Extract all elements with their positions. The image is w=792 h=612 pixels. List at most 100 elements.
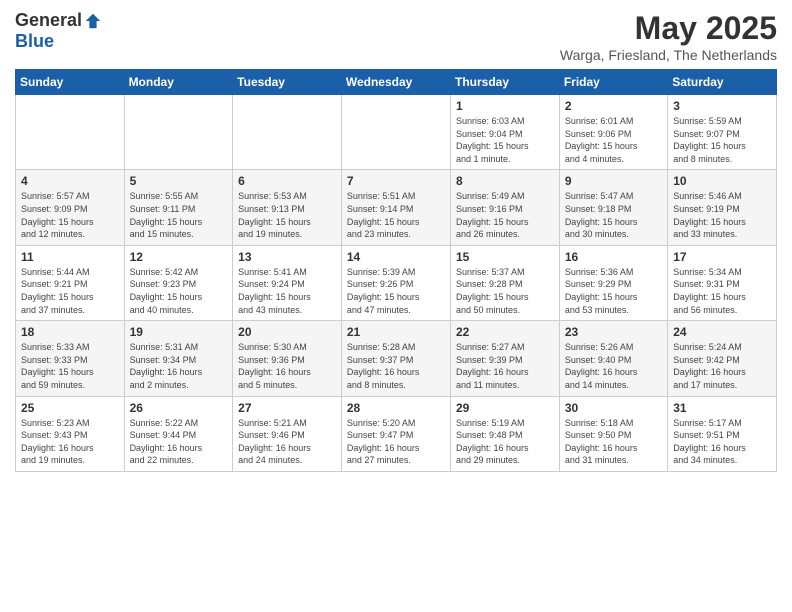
calendar-cell: [233, 95, 342, 170]
header-sunday: Sunday: [16, 70, 125, 95]
header-saturday: Saturday: [668, 70, 777, 95]
day-number: 23: [565, 325, 662, 339]
logo: General Blue: [15, 10, 102, 52]
day-info: Sunrise: 5:59 AM Sunset: 9:07 PM Dayligh…: [673, 115, 771, 165]
calendar-cell: 26 Sunrise: 5:22 AM Sunset: 9:44 PM Dayli…: [124, 396, 233, 471]
logo-icon: [84, 12, 102, 30]
calendar-cell: [341, 95, 450, 170]
header-friday: Friday: [559, 70, 667, 95]
calendar-cell: 8 Sunrise: 5:49 AM Sunset: 9:16 PM Daylig…: [450, 170, 559, 245]
calendar-cell: 30 Sunrise: 5:18 AM Sunset: 9:50 PM Dayli…: [559, 396, 667, 471]
day-info: Sunrise: 5:23 AM Sunset: 9:43 PM Dayligh…: [21, 417, 119, 467]
day-number: 14: [347, 250, 445, 264]
day-number: 20: [238, 325, 336, 339]
day-number: 17: [673, 250, 771, 264]
calendar-cell: 14 Sunrise: 5:39 AM Sunset: 9:26 PM Dayli…: [341, 245, 450, 320]
calendar-table: SundayMondayTuesdayWednesdayThursdayFrid…: [15, 69, 777, 472]
header-thursday: Thursday: [450, 70, 559, 95]
day-info: Sunrise: 6:01 AM Sunset: 9:06 PM Dayligh…: [565, 115, 662, 165]
day-info: Sunrise: 5:53 AM Sunset: 9:13 PM Dayligh…: [238, 190, 336, 240]
calendar-cell: 1 Sunrise: 6:03 AM Sunset: 9:04 PM Daylig…: [450, 95, 559, 170]
day-number: 2: [565, 99, 662, 113]
day-info: Sunrise: 5:42 AM Sunset: 9:23 PM Dayligh…: [130, 266, 228, 316]
day-info: Sunrise: 5:33 AM Sunset: 9:33 PM Dayligh…: [21, 341, 119, 391]
calendar-cell: 29Sunrise: 5:19 AM Sunset: 9:48 PM Dayli…: [450, 396, 559, 471]
week-row-5: 25 Sunrise: 5:23 AM Sunset: 9:43 PM Dayli…: [16, 396, 777, 471]
calendar-cell: 3Sunrise: 5:59 AM Sunset: 9:07 PM Daylig…: [668, 95, 777, 170]
calendar-cell: 22 Sunrise: 5:27 AM Sunset: 9:39 PM Dayli…: [450, 321, 559, 396]
day-info: Sunrise: 5:22 AM Sunset: 9:44 PM Dayligh…: [130, 417, 228, 467]
day-number: 22: [456, 325, 554, 339]
day-number: 31: [673, 401, 771, 415]
calendar-cell: 19Sunrise: 5:31 AM Sunset: 9:34 PM Dayli…: [124, 321, 233, 396]
calendar-cell: 25 Sunrise: 5:23 AM Sunset: 9:43 PM Dayli…: [16, 396, 125, 471]
day-number: 25: [21, 401, 119, 415]
day-number: 9: [565, 174, 662, 188]
day-info: Sunrise: 5:57 AM Sunset: 9:09 PM Dayligh…: [21, 190, 119, 240]
day-number: 16: [565, 250, 662, 264]
day-info: Sunrise: 5:34 AM Sunset: 9:31 PM Dayligh…: [673, 266, 771, 316]
day-info: Sunrise: 5:39 AM Sunset: 9:26 PM Dayligh…: [347, 266, 445, 316]
day-info: Sunrise: 5:46 AM Sunset: 9:19 PM Dayligh…: [673, 190, 771, 240]
title-section: May 2025 Warga, Friesland, The Netherlan…: [560, 10, 777, 63]
day-info: Sunrise: 5:55 AM Sunset: 9:11 PM Dayligh…: [130, 190, 228, 240]
week-row-2: 4 Sunrise: 5:57 AM Sunset: 9:09 PM Daylig…: [16, 170, 777, 245]
day-number: 4: [21, 174, 119, 188]
day-info: Sunrise: 5:18 AM Sunset: 9:50 PM Dayligh…: [565, 417, 662, 467]
header-wednesday: Wednesday: [341, 70, 450, 95]
day-info: Sunrise: 5:36 AM Sunset: 9:29 PM Dayligh…: [565, 266, 662, 316]
day-number: 10: [673, 174, 771, 188]
calendar-cell: 15Sunrise: 5:37 AM Sunset: 9:28 PM Dayli…: [450, 245, 559, 320]
calendar-cell: 7Sunrise: 5:51 AM Sunset: 9:14 PM Daylig…: [341, 170, 450, 245]
day-info: Sunrise: 5:31 AM Sunset: 9:34 PM Dayligh…: [130, 341, 228, 391]
day-info: Sunrise: 6:03 AM Sunset: 9:04 PM Dayligh…: [456, 115, 554, 165]
day-info: Sunrise: 5:47 AM Sunset: 9:18 PM Dayligh…: [565, 190, 662, 240]
calendar-cell: 28 Sunrise: 5:20 AM Sunset: 9:47 PM Dayli…: [341, 396, 450, 471]
calendar-cell: 9 Sunrise: 5:47 AM Sunset: 9:18 PM Daylig…: [559, 170, 667, 245]
calendar-cell: [16, 95, 125, 170]
calendar-cell: 4 Sunrise: 5:57 AM Sunset: 9:09 PM Daylig…: [16, 170, 125, 245]
day-info: Sunrise: 5:49 AM Sunset: 9:16 PM Dayligh…: [456, 190, 554, 240]
day-number: 1: [456, 99, 554, 113]
day-number: 24: [673, 325, 771, 339]
day-number: 5: [130, 174, 228, 188]
calendar-cell: 16 Sunrise: 5:36 AM Sunset: 9:29 PM Dayli…: [559, 245, 667, 320]
calendar-cell: 12 Sunrise: 5:42 AM Sunset: 9:23 PM Dayli…: [124, 245, 233, 320]
day-number: 15: [456, 250, 554, 264]
calendar-cell: 31 Sunrise: 5:17 AM Sunset: 9:51 PM Dayli…: [668, 396, 777, 471]
day-number: 30: [565, 401, 662, 415]
calendar-cell: 6 Sunrise: 5:53 AM Sunset: 9:13 PM Daylig…: [233, 170, 342, 245]
day-info: Sunrise: 5:41 AM Sunset: 9:24 PM Dayligh…: [238, 266, 336, 316]
day-info: Sunrise: 5:20 AM Sunset: 9:47 PM Dayligh…: [347, 417, 445, 467]
day-info: Sunrise: 5:30 AM Sunset: 9:36 PM Dayligh…: [238, 341, 336, 391]
week-row-1: 1 Sunrise: 6:03 AM Sunset: 9:04 PM Daylig…: [16, 95, 777, 170]
calendar-cell: 10 Sunrise: 5:46 AM Sunset: 9:19 PM Dayli…: [668, 170, 777, 245]
day-info: Sunrise: 5:51 AM Sunset: 9:14 PM Dayligh…: [347, 190, 445, 240]
calendar-cell: 27Sunrise: 5:21 AM Sunset: 9:46 PM Dayli…: [233, 396, 342, 471]
header-tuesday: Tuesday: [233, 70, 342, 95]
calendar-cell: 24 Sunrise: 5:24 AM Sunset: 9:42 PM Dayli…: [668, 321, 777, 396]
calendar-cell: 11Sunrise: 5:44 AM Sunset: 9:21 PM Dayli…: [16, 245, 125, 320]
calendar-cell: 5 Sunrise: 5:55 AM Sunset: 9:11 PM Daylig…: [124, 170, 233, 245]
day-info: Sunrise: 5:24 AM Sunset: 9:42 PM Dayligh…: [673, 341, 771, 391]
week-row-4: 18 Sunrise: 5:33 AM Sunset: 9:33 PM Dayli…: [16, 321, 777, 396]
day-info: Sunrise: 5:26 AM Sunset: 9:40 PM Dayligh…: [565, 341, 662, 391]
day-info: Sunrise: 5:27 AM Sunset: 9:39 PM Dayligh…: [456, 341, 554, 391]
day-info: Sunrise: 5:17 AM Sunset: 9:51 PM Dayligh…: [673, 417, 771, 467]
day-number: 8: [456, 174, 554, 188]
calendar-cell: 2 Sunrise: 6:01 AM Sunset: 9:06 PM Daylig…: [559, 95, 667, 170]
header-row: SundayMondayTuesdayWednesdayThursdayFrid…: [16, 70, 777, 95]
day-number: 12: [130, 250, 228, 264]
calendar-cell: [124, 95, 233, 170]
calendar-cell: 21 Sunrise: 5:28 AM Sunset: 9:37 PM Dayli…: [341, 321, 450, 396]
day-number: 6: [238, 174, 336, 188]
day-number: 21: [347, 325, 445, 339]
day-number: 18: [21, 325, 119, 339]
day-info: Sunrise: 5:28 AM Sunset: 9:37 PM Dayligh…: [347, 341, 445, 391]
day-number: 27: [238, 401, 336, 415]
calendar-cell: 17 Sunrise: 5:34 AM Sunset: 9:31 PM Dayli…: [668, 245, 777, 320]
calendar-cell: 23 Sunrise: 5:26 AM Sunset: 9:40 PM Dayli…: [559, 321, 667, 396]
day-number: 26: [130, 401, 228, 415]
day-number: 28: [347, 401, 445, 415]
header-monday: Monday: [124, 70, 233, 95]
